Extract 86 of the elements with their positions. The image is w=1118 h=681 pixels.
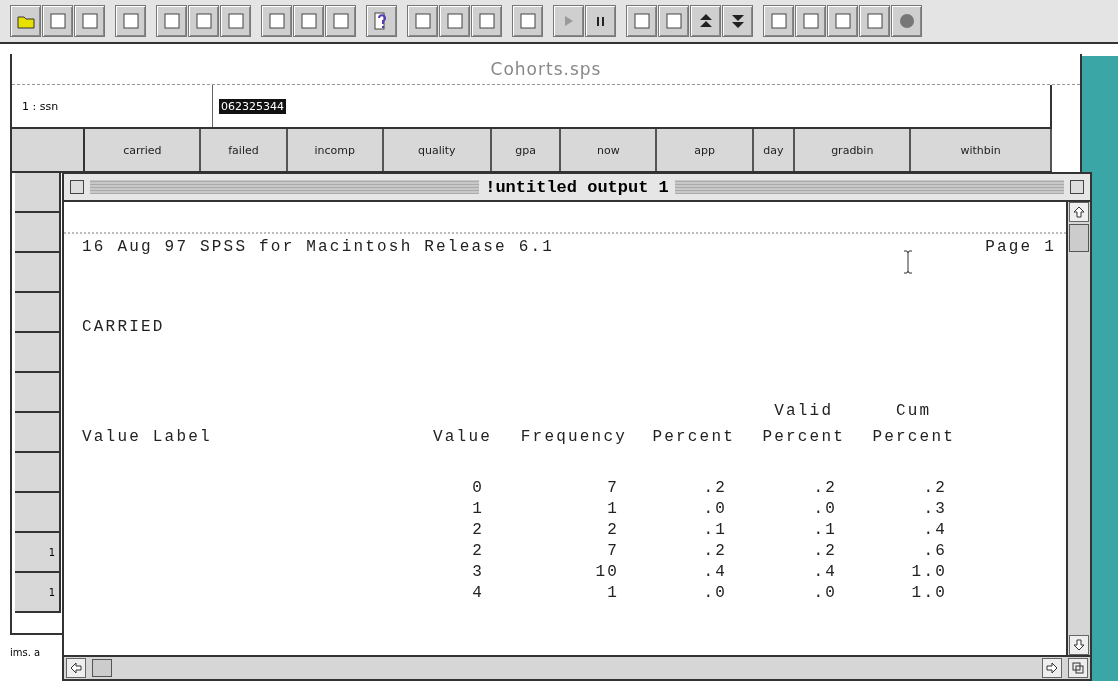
column-heading: Frequency (520, 428, 627, 446)
pause-icon (597, 16, 604, 26)
table-cell-text: .2 (702, 479, 728, 497)
table-cell-text: .1 (702, 521, 728, 539)
column-header[interactable]: day (753, 129, 796, 171)
table-cell-text: 1 (471, 500, 485, 518)
variable-name: CARRIED (81, 318, 166, 336)
table-cell-text: .2 (702, 542, 728, 560)
row-header[interactable] (15, 373, 61, 413)
table-cell-text: 2 (471, 521, 485, 539)
resize-icon (1072, 662, 1084, 674)
window-title: !untitled output 1 (485, 177, 669, 197)
toolbar-button[interactable] (585, 5, 616, 37)
table-cell-text: .4 (922, 521, 948, 539)
table-cell-text: 1 (606, 500, 620, 518)
row-header[interactable] (15, 173, 61, 213)
table-cell-text: 0 (471, 479, 485, 497)
scroll-thumb[interactable] (1069, 224, 1089, 252)
column-heading: Cum Percent (872, 402, 955, 446)
column-heading: Value (433, 428, 492, 446)
scroll-up-button[interactable] (1069, 202, 1089, 222)
table-cell-text: .2 (812, 542, 838, 560)
column-heading: Valid Percent (762, 402, 845, 446)
row-header[interactable] (15, 293, 61, 333)
table-cell-text: 4 (471, 584, 485, 602)
row-header[interactable] (15, 413, 61, 453)
toolbar-button[interactable] (690, 5, 721, 37)
window-title: Cohorts.sps (12, 54, 1080, 85)
status-text: ims. a (10, 647, 42, 658)
column-header[interactable]: failed (201, 129, 288, 171)
table-cell-text: 3 (471, 563, 485, 581)
column-heading: Percent (652, 428, 735, 446)
table-cell-text: .0 (812, 584, 838, 602)
table-cell-text: .2 (922, 479, 948, 497)
report-header: 16 Aug 97 SPSS for Macintosh Release 6.1 (82, 238, 555, 256)
table-cell-text: .3 (922, 500, 948, 518)
toolbar-button[interactable] (722, 5, 753, 37)
scroll-down-button[interactable] (1069, 635, 1089, 655)
right-arrow-icon (1046, 662, 1058, 674)
zoom-box[interactable] (1070, 180, 1084, 194)
table-cell-text: .0 (812, 500, 838, 518)
row-header[interactable] (15, 253, 61, 293)
down-arrow-icon (1073, 639, 1085, 651)
up-arrow-icon (1073, 206, 1085, 218)
table-cell-text: 1.0 (910, 563, 948, 581)
scroll-left-button[interactable] (66, 658, 86, 678)
table-cell-text: 10 (594, 563, 620, 581)
row-header[interactable]: 1 (15, 533, 61, 573)
left-arrow-icon (70, 662, 82, 674)
row-header[interactable] (15, 493, 61, 533)
column-header[interactable]: quality (383, 129, 492, 171)
table-cell-text: 7 (606, 542, 620, 560)
table-cell-text: .0 (702, 500, 728, 518)
text-cursor-icon (902, 250, 914, 274)
table-cell-text: .4 (702, 563, 728, 581)
table-cell-text: 2 (471, 542, 485, 560)
cell-value[interactable]: 062325344 (219, 98, 286, 114)
column-header[interactable]: gpa (491, 129, 562, 171)
row-header[interactable] (15, 453, 61, 493)
column-header[interactable]: carried (85, 129, 202, 171)
close-box[interactable] (70, 180, 84, 194)
table-cell-text: 1 (606, 584, 620, 602)
table-cell-text: .6 (922, 542, 948, 560)
scroll-right-button[interactable] (1042, 658, 1062, 678)
scroll-thumb[interactable] (92, 659, 112, 677)
table-cell-text: 1.0 (910, 584, 948, 602)
table-cell-text: .4 (812, 563, 838, 581)
cell-reference: 1 : ssn (12, 85, 213, 127)
column-heading: Value Label (82, 428, 212, 446)
row-header[interactable] (15, 213, 61, 253)
resize-box[interactable] (1068, 658, 1088, 678)
page-number: Page 1 (985, 238, 1056, 256)
column-header[interactable]: incomp (287, 129, 384, 171)
table-cell-text: 7 (606, 479, 620, 497)
play-icon (564, 16, 573, 26)
table-cell-text: .2 (812, 479, 838, 497)
row-header[interactable] (15, 333, 61, 373)
column-header[interactable]: withbin (911, 129, 1053, 171)
column-header[interactable]: now (561, 129, 658, 171)
row-header[interactable]: 1 (15, 573, 61, 613)
column-header[interactable]: app (657, 129, 754, 171)
table-cell-text: .1 (812, 521, 838, 539)
table-cell-text: 2 (606, 521, 620, 539)
toolbar-button[interactable] (366, 5, 397, 37)
table-cell-text: .0 (702, 584, 728, 602)
column-header[interactable]: gradbin (795, 129, 912, 171)
